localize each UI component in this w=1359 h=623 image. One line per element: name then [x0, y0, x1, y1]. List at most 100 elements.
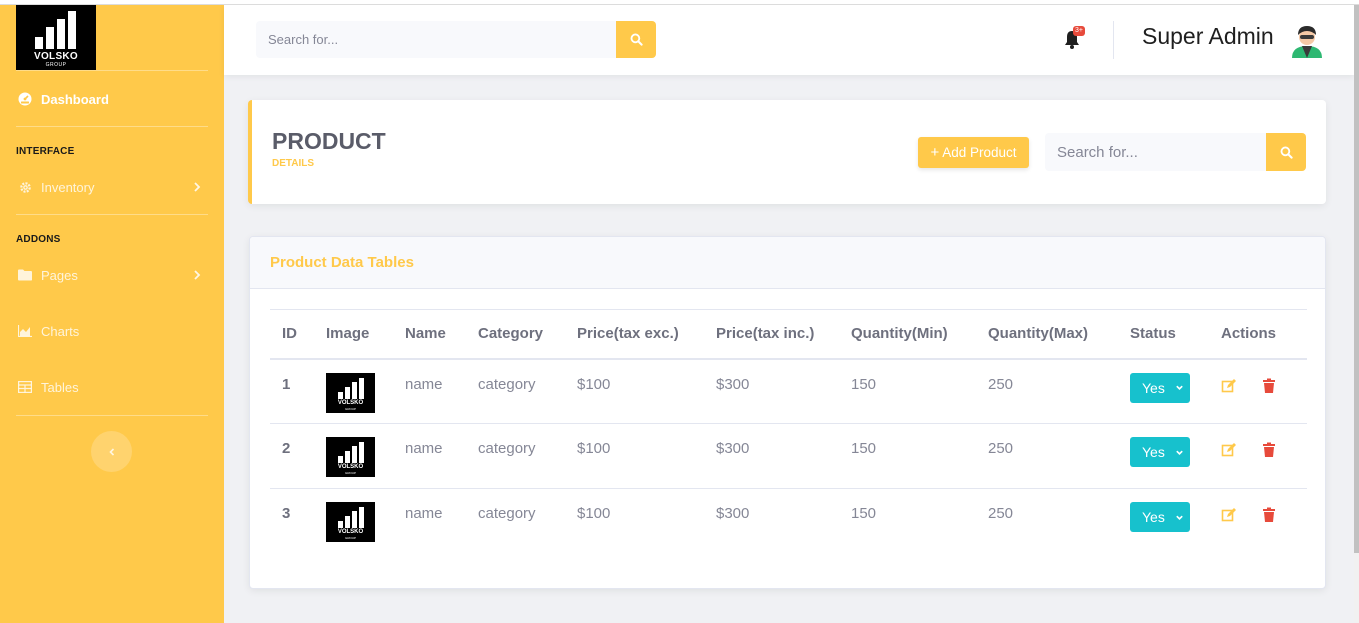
logo-bars-icon: [35, 11, 77, 49]
cell-price-exc: $100: [565, 358, 704, 424]
page-title: PRODUCT: [272, 128, 386, 154]
sidebar-item-label: Dashboard: [41, 91, 109, 107]
status-select[interactable]: Yes: [1130, 372, 1190, 403]
window-top-edge: [0, 0, 1359, 5]
sidebar-item-label: Tables: [41, 379, 79, 395]
cell-qty-min: 150: [839, 358, 976, 424]
logo-subtext: GROUP: [45, 62, 67, 68]
status-select[interactable]: Yes: [1130, 502, 1190, 532]
chevron-right-icon: [194, 182, 201, 192]
avatar[interactable]: [1290, 22, 1324, 58]
product-image[interactable]: VOLSKO GROUP: [326, 437, 375, 477]
folder-icon: [18, 268, 32, 282]
column-header[interactable]: Status: [1118, 309, 1209, 360]
cog-icon: [18, 180, 32, 194]
cell-actions: [1209, 423, 1307, 489]
page-header-card: PRODUCT DETAILS + Add Product: [248, 100, 1326, 204]
sidebar-heading-addons: ADDONS: [16, 234, 61, 245]
cell-image: VOLSKO GROUP: [314, 423, 393, 489]
edit-icon[interactable]: [1221, 507, 1237, 523]
delete-icon[interactable]: [1261, 507, 1277, 523]
cell-qty-min: 150: [851, 505, 877, 522]
cell-name: name: [393, 358, 466, 424]
cell-price-exc: $100: [577, 505, 611, 522]
chevron-left-icon: [108, 447, 114, 456]
cell-actions: [1209, 489, 1307, 554]
column-header[interactable]: ID: [270, 309, 314, 360]
column-header[interactable]: Quantity(Min): [839, 309, 976, 360]
cell-qty-min: 150: [839, 423, 976, 489]
tachometer-icon: [18, 92, 32, 106]
sidebar-item-dashboard[interactable]: Dashboard: [18, 87, 208, 111]
sidebar-item-tables[interactable]: Tables: [18, 375, 208, 399]
cell-qty-max: 250: [976, 423, 1118, 489]
cell-qty-max: 250: [988, 505, 1014, 522]
sidebar-heading-interface: INTERFACE: [16, 146, 75, 157]
cell-status: Yes: [1118, 358, 1209, 424]
column-header[interactable]: Price(tax inc.): [704, 309, 839, 360]
sidebar-item-label: Charts: [41, 323, 80, 339]
table-row: 1 VOLSKO GROUP name category $100 $300 15…: [270, 358, 1307, 424]
add-product-label: Add Product: [942, 145, 1017, 160]
column-header[interactable]: Actions: [1209, 309, 1307, 360]
plus-icon: +: [930, 144, 940, 161]
delete-icon[interactable]: [1261, 442, 1277, 458]
status-value: Yes: [1142, 379, 1165, 396]
cell-price-inc: $300: [716, 505, 750, 522]
user-name[interactable]: Super Admin: [1142, 23, 1274, 50]
cell-image: VOLSKO GROUP: [314, 489, 393, 554]
sidebar-item-inventory[interactable]: Inventory: [18, 175, 208, 199]
brand-logo[interactable]: VOLSKO GROUP: [16, 5, 96, 70]
table-row: 3 VOLSKO GROUP name category $100 $300 15…: [270, 489, 1307, 554]
chevron-right-icon: [194, 270, 201, 280]
sidebar-divider: [16, 415, 208, 416]
cell-image: VOLSKO GROUP: [314, 358, 393, 424]
column-header[interactable]: Category: [466, 309, 565, 360]
table-icon: [18, 380, 32, 394]
product-table: ID Image Name Category Price(tax exc.) P…: [270, 309, 1307, 554]
card-header: Product Data Tables: [250, 237, 1325, 289]
status-value: Yes: [1142, 444, 1165, 460]
product-table-card: Product Data Tables ID Image Name Catego…: [249, 236, 1326, 589]
column-header[interactable]: Name: [393, 309, 466, 360]
cell-id: 2: [270, 423, 314, 489]
cell-name: name: [393, 423, 466, 489]
topbar-search-input[interactable]: [256, 21, 616, 58]
status-value: Yes: [1142, 509, 1165, 525]
cell-price-inc: $300: [704, 423, 839, 489]
product-image[interactable]: VOLSKO GROUP: [326, 502, 375, 542]
cell-price-exc: $100: [565, 423, 704, 489]
delete-icon[interactable]: [1261, 378, 1277, 394]
cell-category: category: [466, 423, 565, 489]
status-select[interactable]: Yes: [1130, 437, 1190, 467]
cell-category: category: [466, 358, 565, 424]
topbar: 3+ Super Admin: [224, 5, 1354, 75]
column-header[interactable]: Quantity(Max): [976, 309, 1118, 360]
column-header[interactable]: Price(tax exc.): [565, 309, 704, 360]
column-header[interactable]: Image: [314, 309, 393, 360]
search-icon: [1280, 146, 1293, 159]
sidebar-divider: [16, 126, 208, 127]
edit-icon[interactable]: [1221, 442, 1237, 458]
sidebar-item-label: Pages: [41, 267, 78, 283]
edit-icon[interactable]: [1221, 378, 1237, 394]
sidebar: VOLSKO GROUP Dashboard INTERFACE Invento…: [0, 5, 224, 623]
add-product-button[interactable]: + Add Product: [918, 137, 1029, 168]
table-row: 2 VOLSKO GROUP name category $100 $300 15…: [270, 423, 1307, 489]
product-image[interactable]: VOLSKO GROUP: [326, 372, 375, 413]
sidebar-toggle-button[interactable]: [91, 431, 132, 472]
chevron-down-icon: [1176, 450, 1183, 455]
topbar-search-button[interactable]: [616, 21, 656, 58]
card-title: Product Data Tables: [270, 254, 414, 271]
sidebar-divider: [16, 214, 208, 215]
sidebar-divider: [16, 70, 208, 71]
chevron-down-icon: [1176, 515, 1183, 520]
table-header-row: ID Image Name Category Price(tax exc.) P…: [270, 309, 1307, 360]
sidebar-item-charts[interactable]: Charts: [18, 319, 208, 343]
product-search-input[interactable]: [1045, 133, 1266, 171]
logo-text: VOLSKO: [33, 51, 79, 62]
product-search-button[interactable]: [1266, 133, 1306, 171]
sidebar-item-pages[interactable]: Pages: [18, 263, 208, 287]
cell-category: category: [478, 505, 536, 522]
page-scrollbar-thumb[interactable]: [1354, 5, 1359, 553]
